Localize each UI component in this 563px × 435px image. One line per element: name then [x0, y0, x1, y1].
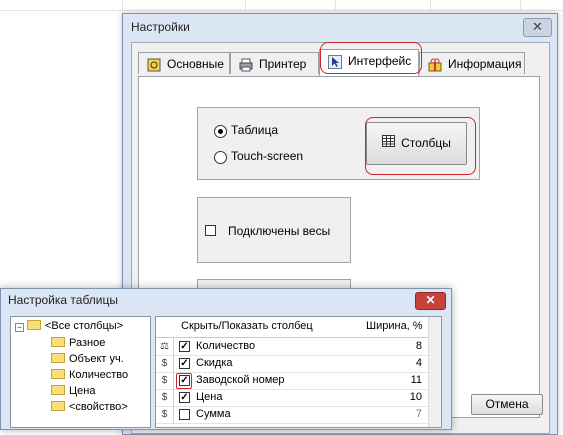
row-width[interactable]: 10: [410, 389, 422, 406]
row-checkbox[interactable]: ✓: [179, 392, 190, 403]
table-row[interactable]: $ ✓ Цена 10: [156, 389, 428, 407]
close-button[interactable]: ✕: [523, 18, 552, 37]
info-icon: [428, 57, 442, 72]
row-name: Сумма: [196, 408, 231, 420]
row-name: Скидка: [196, 357, 233, 369]
folder-icon: [27, 320, 41, 331]
scales-checkbox[interactable]: [205, 225, 216, 236]
coin-icon: $: [156, 389, 174, 406]
tree-root-node[interactable]: <Все столбцы>: [27, 319, 123, 334]
tree-node-label: <свойство>: [69, 401, 128, 413]
tree-node[interactable]: Количество: [51, 368, 128, 383]
close-button[interactable]: ✕: [415, 292, 446, 310]
scales-checkbox-label: Подключены весы: [228, 224, 331, 238]
tree-node-label: Разное: [69, 337, 106, 349]
radio-touch-screen-label: Touch-screen: [231, 149, 304, 163]
tree-node-label: Цена: [69, 385, 96, 397]
background-spreadsheet-grid: [0, 0, 563, 11]
row-name: Количество: [196, 340, 256, 352]
row-checkbox[interactable]: ✓: [179, 358, 190, 369]
radio-table[interactable]: [214, 125, 227, 138]
tab-label: Принтер: [259, 57, 307, 71]
tab-label: Основные: [167, 57, 224, 71]
tab-label: Информация: [448, 57, 522, 71]
tree-node-label: Количество: [69, 369, 129, 381]
table-row[interactable]: $ ✓ Скидка 4: [156, 355, 428, 373]
coin-icon: $: [156, 355, 174, 372]
row-checkbox[interactable]: [179, 409, 190, 420]
folder-icon: [51, 385, 65, 396]
table-row[interactable]: ⚖ ✓ Количество 8: [156, 338, 428, 356]
tree-node[interactable]: Цена: [51, 384, 95, 399]
row-checkbox[interactable]: ✓: [179, 341, 190, 352]
highlight-ring: [365, 117, 476, 175]
gear-icon: [147, 57, 161, 72]
table-row[interactable]: $ Сумма 7: [156, 406, 428, 424]
folder-icon: [51, 337, 65, 348]
folder-icon: [51, 369, 65, 380]
table-row[interactable]: $ ✓ Заводской номер 11: [156, 372, 428, 390]
columns-list: Скрыть/Показать столбец Ширина, % ⚖ ✓ Ко…: [155, 316, 442, 428]
row-name: Цена: [196, 391, 223, 403]
highlight-ring: [320, 42, 422, 74]
column-tree: − <Все столбцы> Разное Объект уч. Количе…: [10, 316, 151, 428]
tab-information[interactable]: Информация: [419, 52, 525, 74]
vertical-scrollbar[interactable]: [428, 317, 441, 427]
tree-collapse-toggle[interactable]: −: [15, 323, 24, 332]
window-title: Настройки: [131, 20, 190, 34]
tree-node[interactable]: Разное: [51, 336, 105, 351]
tree-node[interactable]: Объект уч.: [51, 352, 124, 367]
tab-main[interactable]: Основные: [138, 52, 230, 74]
radio-table-label: Таблица: [231, 123, 279, 137]
table-settings-window: Настройка таблицы ✕ − <Все столбцы> Разн…: [0, 288, 452, 430]
radio-touch-screen[interactable]: [214, 151, 227, 164]
tab-printer[interactable]: Принтер: [230, 52, 319, 74]
scales-group: Подключены весы: [197, 197, 351, 263]
row-width[interactable]: 7: [416, 406, 422, 423]
scale-icon: ⚖: [156, 338, 174, 355]
folder-icon: [51, 353, 65, 364]
highlight-ring: [176, 373, 192, 389]
printer-icon: [239, 57, 253, 72]
tree-node-label: <Все столбцы>: [45, 320, 124, 332]
tree-node-label: Объект уч.: [69, 353, 124, 365]
window-title: Настройка таблицы: [8, 293, 118, 307]
tree-node[interactable]: <свойство>: [51, 400, 128, 415]
row-width[interactable]: 4: [416, 355, 422, 372]
coin-icon: $: [156, 372, 174, 389]
row-width[interactable]: 8: [416, 338, 422, 355]
coin-icon: $: [156, 406, 174, 423]
column-header-width: Ширина, %: [366, 320, 423, 332]
columns-header: Скрыть/Показать столбец Ширина, %: [156, 317, 428, 338]
row-name: Заводской номер: [196, 374, 285, 386]
folder-icon: [51, 401, 65, 412]
column-header-name: Скрыть/Показать столбец: [181, 320, 313, 332]
row-width[interactable]: 11: [411, 372, 422, 389]
cancel-button[interactable]: Отмена: [471, 394, 543, 415]
